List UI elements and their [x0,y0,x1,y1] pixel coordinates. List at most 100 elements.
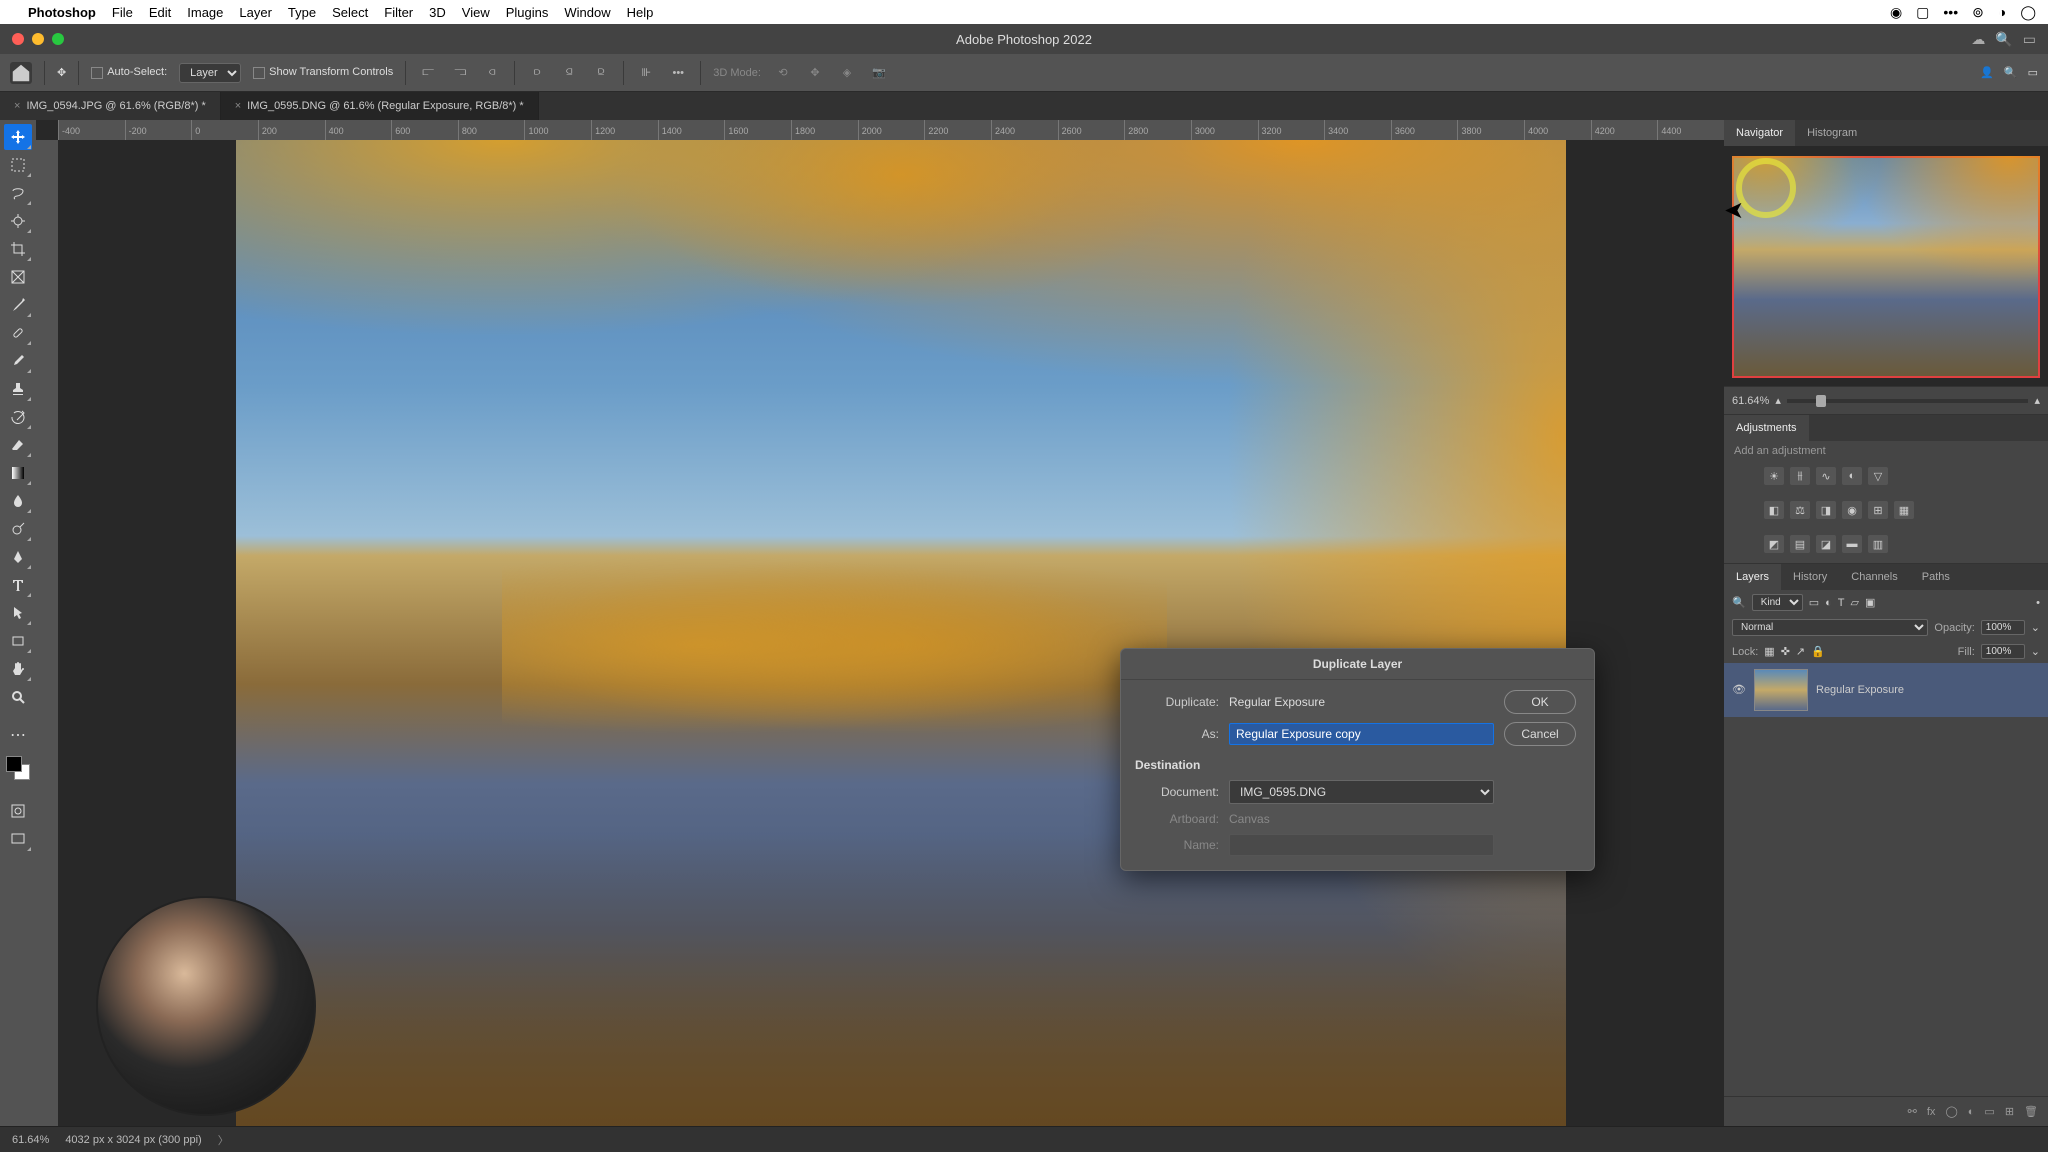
app-name[interactable]: Photoshop [28,5,96,20]
crop-tool[interactable] [4,236,32,262]
search-icon[interactable]: 🔍 [2004,66,2018,79]
color-balance-icon[interactable]: ⚖ [1790,501,1810,519]
more-icon[interactable]: ••• [1943,4,1958,20]
zoom-slider[interactable] [1787,399,2029,403]
opacity-chevron-icon[interactable]: ⌄ [2031,621,2040,634]
levels-icon[interactable]: ⫵ [1790,467,1810,485]
cloud-icon[interactable]: ☁ [1971,31,1985,48]
color-lookup-icon[interactable]: ▦ [1894,501,1914,519]
filter-image-icon[interactable]: ▭ [1809,596,1819,609]
posterize-icon[interactable]: ▤ [1790,535,1810,553]
minimize-icon[interactable] [32,33,44,45]
tab-history[interactable]: History [1781,564,1839,590]
zoom-icon[interactable] [52,33,64,45]
menu-plugins[interactable]: Plugins [506,5,549,20]
bw-icon[interactable]: ◨ [1816,501,1836,519]
status-caret-icon[interactable]: 〉 [218,1132,229,1148]
quick-select-tool[interactable] [4,208,32,234]
tab-histogram[interactable]: Histogram [1795,120,1869,146]
menu-help[interactable]: Help [627,5,654,20]
layer-thumbnail[interactable] [1754,669,1808,711]
layer-name[interactable]: Regular Exposure [1816,684,1904,696]
zoom-tool[interactable] [4,684,32,710]
screen-mode-icon[interactable] [4,826,32,852]
edit-toolbar-icon[interactable]: ⋯ [4,722,32,748]
tab-adjustments[interactable]: Adjustments [1724,415,1809,441]
group-icon[interactable]: ▭ [1984,1105,1994,1118]
lock-all-icon[interactable]: 🔒 [1811,645,1825,658]
align-center-v-icon[interactable]: ⫑ [559,63,579,83]
nav-zoom-value[interactable]: 61.64% [1732,395,1769,407]
more-align-icon[interactable]: ••• [668,63,688,83]
selective-color-icon[interactable]: ▥ [1868,535,1888,553]
align-bottom-icon[interactable]: ⫒ [591,63,611,83]
fill-input[interactable] [1981,644,2025,659]
close-icon[interactable] [12,33,24,45]
eyedropper-tool[interactable] [4,292,32,318]
battery-icon[interactable]: ◑ [1998,4,2006,20]
fx-icon[interactable]: fx [1927,1106,1936,1118]
filter-shape-icon[interactable]: ▱ [1851,596,1859,609]
canvas-area[interactable]: -400 -200 0 200 400 600 800 1000 1200 14… [36,120,1724,1126]
status-dims[interactable]: 4032 px x 3024 px (300 ppi) [65,1134,201,1146]
menu-type[interactable]: Type [288,5,316,20]
layer-row[interactable]: 👁 Regular Exposure [1724,663,2048,717]
gradient-map-icon[interactable]: ▬ [1842,535,1862,553]
frame-icon[interactable]: ▭ [2028,66,2038,79]
menu-file[interactable]: File [112,5,133,20]
navigator-preview[interactable]: ➤ [1724,146,2048,386]
blur-tool[interactable] [4,488,32,514]
show-transform-checkbox[interactable]: Show Transform Controls [253,66,393,78]
opacity-input[interactable] [1981,620,2025,635]
lock-pixels-icon[interactable]: ▦ [1764,645,1774,658]
clock-icon[interactable]: ◯ [2020,4,2036,21]
layer-select[interactable]: Layer [179,63,241,83]
threshold-icon[interactable]: ◪ [1816,535,1836,553]
new-layer-icon[interactable]: ⊞ [2005,1105,2014,1118]
tab-layers[interactable]: Layers [1724,564,1781,590]
hue-icon[interactable]: ◧ [1764,501,1784,519]
marquee-tool[interactable] [4,152,32,178]
delete-icon[interactable]: 🗑 [2024,1105,2038,1118]
record-icon[interactable]: ▢ [1916,4,1929,21]
filter-toggle[interactable]: • [2036,597,2040,609]
hand-tool[interactable] [4,656,32,682]
align-left-icon[interactable]: ⫍ [418,63,438,83]
lock-nested-icon[interactable]: ↗ [1796,645,1805,658]
invert-icon[interactable]: ◩ [1764,535,1784,553]
quick-mask-icon[interactable] [4,798,32,824]
color-swatches[interactable] [6,756,30,780]
curves-icon[interactable]: ∿ [1816,467,1836,485]
document-select[interactable]: IMG_0595.DNG [1229,780,1494,804]
photo-filter-icon[interactable]: ◉ [1842,501,1862,519]
visibility-icon[interactable]: 👁 [1732,683,1746,697]
filter-adjust-icon[interactable]: ◐ [1825,597,1832,609]
type-tool[interactable] [4,572,32,598]
auto-select-checkbox[interactable]: Auto-Select: [91,66,167,78]
healing-tool[interactable] [4,320,32,346]
workspace-icon[interactable]: ▭ [2023,31,2036,48]
stamp-tool[interactable] [4,376,32,402]
menu-view[interactable]: View [462,5,490,20]
filter-smart-icon[interactable]: ▣ [1865,596,1875,609]
traffic-lights[interactable] [0,33,64,45]
tab-close-icon[interactable]: × [235,100,241,112]
frame-tool[interactable] [4,264,32,290]
blend-mode-select[interactable]: Normal [1732,619,1928,636]
wifi-icon[interactable]: ⊚ [1972,4,1984,21]
pen-tool[interactable] [4,544,32,570]
adjustment-layer-icon[interactable]: ◐ [1968,1106,1975,1118]
brush-tool[interactable] [4,348,32,374]
zoom-in-icon[interactable]: ▴ [2034,394,2040,407]
gradient-tool[interactable] [4,460,32,486]
exposure-icon[interactable]: ◐ [1842,467,1862,485]
lasso-tool[interactable] [4,180,32,206]
menu-image[interactable]: Image [187,5,223,20]
dodge-tool[interactable] [4,516,32,542]
align-top-icon[interactable]: ⫐ [527,63,547,83]
menu-select[interactable]: Select [332,5,368,20]
tab-img0594[interactable]: × IMG_0594.JPG @ 61.6% (RGB/8*) * [0,92,221,120]
menu-edit[interactable]: Edit [149,5,171,20]
eraser-tool[interactable] [4,432,32,458]
rectangle-tool[interactable] [4,628,32,654]
